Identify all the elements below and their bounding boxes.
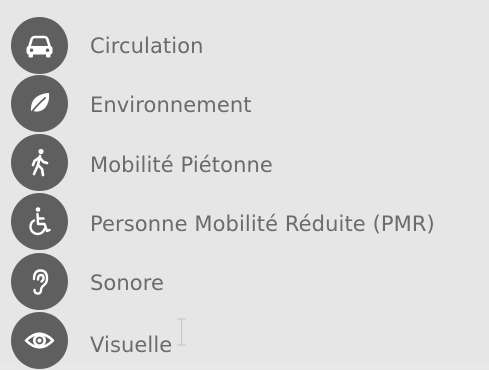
menu-item-label: Personne Mobilité Réduite (PMR) [90, 212, 435, 236]
text-cursor-icon [177, 318, 186, 346]
leaf-icon [11, 75, 68, 132]
category-menu: Circulation Environnement Mobilité Piéto… [0, 0, 489, 369]
eye-icon [11, 312, 68, 369]
wheelchair-icon [11, 193, 68, 250]
car-icon [11, 17, 68, 74]
menu-item-label: Circulation [90, 34, 204, 58]
menu-item-label: Visuelle [90, 333, 173, 357]
menu-item-circulation[interactable]: Circulation [0, 17, 489, 75]
ear-icon [11, 253, 68, 310]
menu-item-environnement[interactable]: Environnement [0, 75, 489, 133]
menu-item-pmr[interactable]: Personne Mobilité Réduite (PMR) [0, 193, 489, 251]
pedestrian-icon [11, 134, 68, 191]
menu-item-label: Environnement [90, 93, 252, 117]
menu-item-label: Sonore [90, 271, 165, 295]
menu-item-visuelle[interactable]: Visuelle [0, 312, 489, 370]
menu-item-label: Mobilité Piétonne [90, 153, 273, 177]
menu-item-sonore[interactable]: Sonore [0, 253, 489, 311]
menu-item-mobilite-pietonne[interactable]: Mobilité Piétonne [0, 134, 489, 192]
